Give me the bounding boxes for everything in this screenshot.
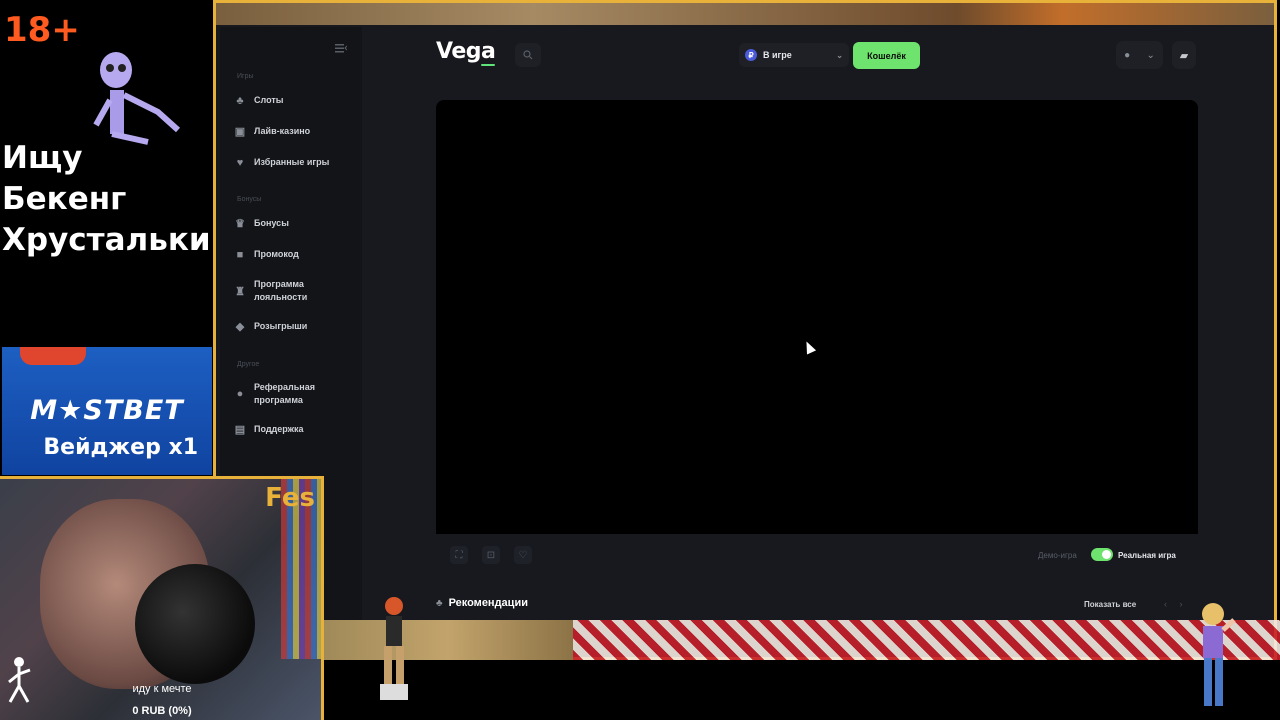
recommendations-heading: ♣ Рекомендации: [436, 597, 528, 609]
chevron-down-icon: ⌄: [1146, 49, 1155, 61]
search-icon: [523, 50, 533, 60]
users-icon: ●: [236, 388, 244, 400]
trophy-icon: ♜: [235, 285, 245, 298]
sponsor-banner: M★STBET Вейджер х1: [2, 347, 212, 475]
ticket-icon: ◆: [235, 321, 245, 333]
cherry-icon: ♣: [436, 597, 443, 609]
fullscreen-icon[interactable]: ⛶: [450, 546, 468, 564]
sidebar-item-favorites[interactable]: ♥ Избранные игры: [234, 156, 330, 169]
sidebar-item-promocode[interactable]: ■ Промокод: [234, 248, 299, 261]
chat-icon: ▰: [1179, 49, 1189, 62]
sidebar-item-loyalty[interactable]: ♜ Программа лояльности: [234, 278, 326, 304]
sponsor-wager: Вейджер х1: [43, 435, 198, 460]
skeleton-sticker-icon: [93, 52, 181, 145]
sidebar-item-bonuses[interactable]: ♛ Бонусы: [234, 217, 289, 230]
carousel-arrows[interactable]: ‹ ›: [1164, 599, 1183, 609]
sidebar-section-games: Игры: [237, 73, 254, 80]
sidebar-item-label: Поддержка: [254, 424, 304, 434]
chat-icon: ▣: [234, 126, 246, 138]
sidebar-item-label: Лайв-казино: [254, 126, 311, 136]
sidebar-item-raffles[interactable]: ◆ Розыгрыши: [234, 320, 308, 333]
chat-button[interactable]: ▰: [1172, 41, 1196, 69]
collapse-sidebar-icon[interactable]: [335, 43, 347, 53]
goal-text: иду к мечте: [132, 683, 192, 695]
favorite-heart-icon[interactable]: ♡: [514, 546, 532, 564]
real-mode-toggle[interactable]: [1091, 548, 1113, 561]
sidebar-item-label: Программа лояльности: [254, 279, 308, 302]
sidebar-item-label: Розыгрыши: [254, 321, 308, 331]
sidebar-item-slots[interactable]: ♣ Слоты: [234, 94, 283, 107]
webcam-label: Fes: [265, 483, 315, 513]
wallet-button[interactable]: Кошелёк: [853, 42, 920, 69]
sidebar-item-referral[interactable]: ● Реферальная программа: [234, 381, 326, 407]
balance-selector[interactable]: ₽ В игре ⌄: [739, 43, 849, 67]
show-all-link[interactable]: Показать все: [1084, 600, 1136, 609]
decorative-strip-left: [323, 620, 573, 660]
chevron-down-icon: ⌄: [836, 50, 843, 60]
logo-accent: a: [481, 39, 496, 64]
user-icon: ●: [1124, 49, 1131, 61]
sidebar-item-label: Промокод: [254, 249, 299, 259]
game-controls-bar: ⛶ ⊡ ♡ Демо-игра Реальная игра: [436, 534, 1198, 578]
ruble-icon: ₽: [745, 49, 757, 61]
real-mode-label[interactable]: Реальная игра: [1118, 551, 1176, 560]
sponsor-decoration: [20, 347, 86, 365]
theater-mode-icon[interactable]: ⊡: [482, 546, 500, 564]
heart-icon: ♥: [236, 156, 244, 169]
game-canvas[interactable]: [436, 100, 1198, 534]
vega-logo[interactable]: Vega: [436, 39, 496, 64]
browser-capture: Игры ♣ Слоты ▣ Лайв-казино ♥ Избранные и…: [213, 0, 1277, 660]
sidebar-item-label: Бонусы: [254, 218, 289, 228]
stream-overlay-left: 18+ Ищу Бекенг Хрустальки M★STBET Вейдже…: [0, 0, 212, 476]
chevron-right-icon[interactable]: ›: [1180, 599, 1183, 609]
crown-icon: ♛: [235, 218, 245, 230]
balance-label: В игре: [763, 50, 792, 60]
user-menu-button[interactable]: ● ⌄: [1116, 41, 1163, 69]
support-icon: ▤: [234, 424, 246, 436]
stick-figure-icon: [8, 657, 31, 703]
sidebar-item-support[interactable]: ▤ Поддержка: [234, 423, 304, 436]
overlay-title: Ищу Бекенг Хрустальки: [2, 138, 212, 261]
gift-icon: ■: [236, 248, 244, 261]
sidebar-item-label: Избранные игры: [254, 157, 330, 167]
chevron-left-icon[interactable]: ‹: [1164, 599, 1167, 609]
goal-progress: 0 RUB (0%): [132, 705, 192, 717]
dancer-sticker-icon: [380, 597, 408, 700]
sidebar-section-bonuses: Бонусы: [237, 196, 262, 203]
search-button[interactable]: [515, 43, 541, 67]
frame-top-strip: [216, 3, 1274, 25]
sponsor-logo: M★STBET: [30, 395, 184, 426]
cherry-icon: ♣: [236, 94, 244, 107]
webcam-feed: Fes иду к мечте 0 RUB (0%): [0, 476, 324, 720]
overlay-title-line1: Ищу Бекенг: [2, 140, 127, 217]
girl-sticker-icon: [1202, 603, 1236, 706]
overlay-title-line2: Хрустальки: [2, 222, 211, 258]
age-badge: 18+: [4, 10, 80, 50]
recommendations-title: Рекомендации: [448, 597, 528, 609]
demo-mode-label[interactable]: Демо-игра: [1038, 551, 1077, 560]
sidebar-item-live-casino[interactable]: ▣ Лайв-казино: [234, 125, 310, 138]
microphone-icon: [135, 564, 255, 684]
logo-text: Veg: [436, 39, 482, 64]
sidebar-item-label: Реферальная программа: [254, 382, 315, 405]
sidebar-section-other: Другое: [237, 361, 260, 368]
sidebar-item-label: Слоты: [254, 95, 284, 105]
